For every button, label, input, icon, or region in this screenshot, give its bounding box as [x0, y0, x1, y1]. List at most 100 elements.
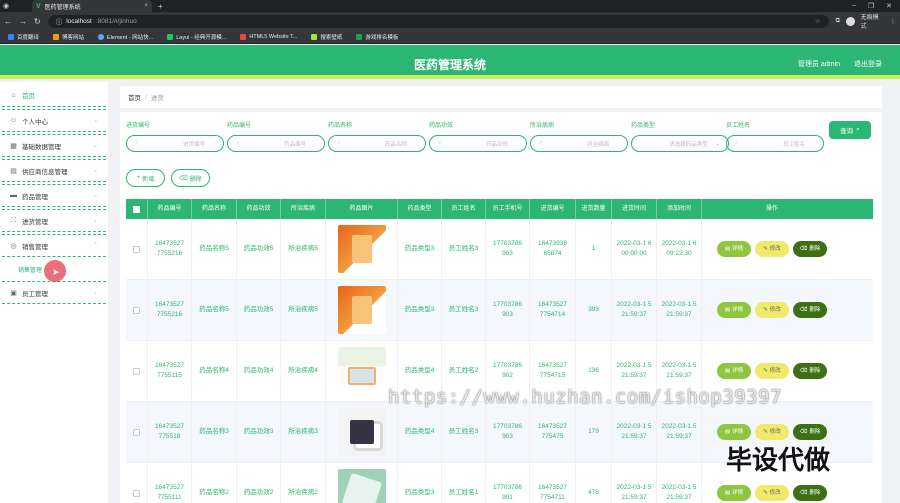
sidebar-item-sales[interactable]: ◎ 销售管理 ⌃ — [2, 234, 106, 257]
sidebar-item-supplier[interactable]: ▤ 供应商信息管理 ⌄ — [2, 159, 106, 182]
edit-button[interactable]: ✎ 修改 — [755, 363, 789, 379]
delete-button[interactable]: ⌫ 删除 — [793, 363, 827, 379]
maximize-icon[interactable]: ❐ — [868, 2, 874, 10]
sidebar-item-staff[interactable]: ▣ 员工管理 ⌄ — [2, 281, 106, 304]
detail-button[interactable]: ▤ 详情 — [717, 485, 751, 501]
edit-button[interactable]: ✎ 修改 — [755, 241, 789, 257]
row-checkbox[interactable] — [126, 280, 148, 340]
purchase-no-input[interactable]: ⌕ 进货编号 — [126, 135, 224, 152]
filter-drug-type: 药品类型 请选择药品类型 ⌄ — [631, 120, 729, 152]
avatar[interactable] — [845, 16, 855, 26]
delete-button[interactable]: ⌫ 删除 — [793, 302, 827, 318]
col-header[interactable]: 员工姓名 — [442, 199, 486, 219]
minimize-icon[interactable]: – — [852, 2, 856, 10]
cell-effect: 药品功效4 — [237, 341, 281, 401]
sidebar-item-profile[interactable]: ☺ 个人中心 ⌄ — [2, 109, 106, 132]
bookmark-item[interactable]: Element - 网站快... — [98, 33, 153, 41]
bookmark-item[interactable]: Layui - 经典开源模... — [167, 33, 226, 41]
medicine-image[interactable] — [337, 286, 386, 334]
close-window-icon[interactable]: ✕ — [886, 2, 892, 10]
bookmark-item[interactable]: 搜索壁纸 — [311, 33, 342, 41]
col-header[interactable]: 所治疾病 — [281, 199, 326, 219]
breadcrumb-home[interactable]: 首页 — [128, 92, 141, 102]
new-tab-icon[interactable]: + — [158, 2, 163, 11]
cell-type: 药品类型3 — [398, 280, 442, 340]
delete-button[interactable]: ⌫ 删除 — [793, 485, 827, 501]
back-icon[interactable]: ← — [4, 17, 12, 26]
col-header[interactable]: 进货时间 — [612, 199, 657, 219]
action-bar: + 新增 ⌫ 删除 — [126, 169, 210, 187]
col-header[interactable]: 添加时间 — [657, 199, 702, 219]
medicine-image[interactable] — [337, 225, 386, 273]
sidebar-item-medicine[interactable]: ▬ 药品管理 ⌄ — [2, 184, 106, 207]
medicine-image[interactable] — [337, 408, 386, 456]
add-button[interactable]: + 新增 — [126, 169, 165, 187]
disease-input[interactable]: ⌕ 所治病病 — [530, 135, 628, 152]
row-checkbox[interactable] — [126, 341, 148, 401]
medicine-image[interactable] — [337, 347, 386, 395]
bookmark-item[interactable]: 博客网站 — [53, 33, 84, 41]
detail-icon: ▤ — [724, 307, 731, 313]
bookmark-item[interactable]: 游戏排名模板 — [356, 33, 398, 41]
cell-disease: 所治疾病5 — [281, 280, 326, 340]
batch-delete-button[interactable]: ⌫ 删除 — [171, 169, 210, 187]
col-header[interactable]: 药品类型 — [398, 199, 442, 219]
col-header[interactable]: 进货编号 — [530, 199, 576, 219]
cell-effect: 药品功效5 — [237, 219, 281, 279]
breadcrumb-current: 进货 — [150, 95, 164, 102]
detail-button[interactable]: ▤ 详情 — [717, 241, 751, 257]
extensions-icon[interactable]: ⧉ — [836, 18, 840, 25]
col-header[interactable]: 员工手机号 — [486, 199, 530, 219]
browser-tab[interactable]: V 医药管理系统 × — [32, 0, 152, 12]
sidebar-item-purchase[interactable]: ⛶ 进货管理 ⌄ — [2, 209, 106, 232]
address-bar[interactable]: ⓘ localhost:8081/#/jinhuo ☆ — [47, 14, 829, 28]
logout-link[interactable]: 退出登录 — [854, 59, 882, 69]
detail-button[interactable]: ▤ 详情 — [717, 424, 751, 440]
reload-icon[interactable]: ↻ — [34, 17, 41, 26]
search-button[interactable]: 查询 ⌕ — [829, 121, 871, 139]
edit-button[interactable]: ✎ 修改 — [755, 424, 789, 440]
bookmark-star-icon[interactable]: ☆ — [815, 17, 821, 25]
edit-button[interactable]: ✎ 修改 — [755, 302, 789, 318]
window-controls: – ❐ ✕ — [852, 2, 900, 10]
sidebar-item-home[interactable]: ⌂ 首页 — [2, 84, 106, 107]
select-all-checkbox[interactable] — [126, 199, 148, 219]
bookmark-icon — [98, 33, 105, 40]
cell-qty: 1 — [576, 219, 612, 279]
url-watermark: https://www.huzhan.com/ishop39397 — [388, 386, 782, 408]
drug-effect-input[interactable]: ⌕ 药品功效 — [429, 135, 527, 152]
drug-type-select[interactable]: 请选择药品类型 ⌄ — [631, 135, 729, 152]
detail-button[interactable]: ▤ 详情 — [717, 302, 751, 318]
col-header[interactable]: 药品编号 — [148, 199, 192, 219]
bookmark-item[interactable]: 百度翻译 — [8, 33, 39, 41]
detail-button[interactable]: ▤ 详情 — [717, 363, 751, 379]
col-header[interactable]: 药品图片 — [326, 199, 398, 219]
edit-button[interactable]: ✎ 修改 — [755, 485, 789, 501]
row-checkbox[interactable] — [126, 463, 148, 503]
delete-button[interactable]: ⌫ 删除 — [793, 424, 827, 440]
edit-icon: ✎ — [763, 307, 768, 313]
sidebar-subitem-sales[interactable]: 销售管理 ➤ — [0, 259, 108, 282]
col-header[interactable]: 药品功效 — [237, 199, 281, 219]
sidebar-item-base-data[interactable]: ▦ 基础数据管理 ⌄ — [2, 134, 106, 157]
row-checkbox[interactable] — [126, 402, 148, 462]
tab-close-icon[interactable]: × — [144, 3, 148, 9]
medicine-image[interactable] — [337, 469, 386, 503]
staff-name-input[interactable]: ⌕ 员工姓名 — [726, 135, 824, 152]
bookmark-item[interactable]: HTML5 Website T... — [240, 33, 297, 40]
detail-icon: ▤ — [724, 246, 731, 252]
edit-icon: ✎ — [763, 429, 768, 435]
drug-name-input[interactable]: ⌕ 药品名称 — [328, 135, 426, 152]
delete-button[interactable]: ⌫ 删除 — [793, 241, 827, 257]
forward-icon[interactable]: → — [19, 17, 27, 26]
drug-no-input[interactable]: ⌕ 药品编号 — [227, 135, 325, 152]
col-header[interactable]: 药品名称 — [192, 199, 237, 219]
cell-purchase-no: 16473527 7754711 — [530, 463, 576, 503]
col-header[interactable]: 进货数量 — [576, 199, 612, 219]
detail-icon: ▤ — [724, 490, 731, 496]
more-menu-icon[interactable]: ⋮ — [890, 18, 896, 25]
cell-effect: 药品功效5 — [237, 280, 281, 340]
filter-drug-no: 药品编号 ⌕ 药品编号 — [227, 120, 325, 152]
row-checkbox[interactable] — [126, 219, 148, 279]
window-menu-icon[interactable]: ◉ — [0, 0, 12, 12]
